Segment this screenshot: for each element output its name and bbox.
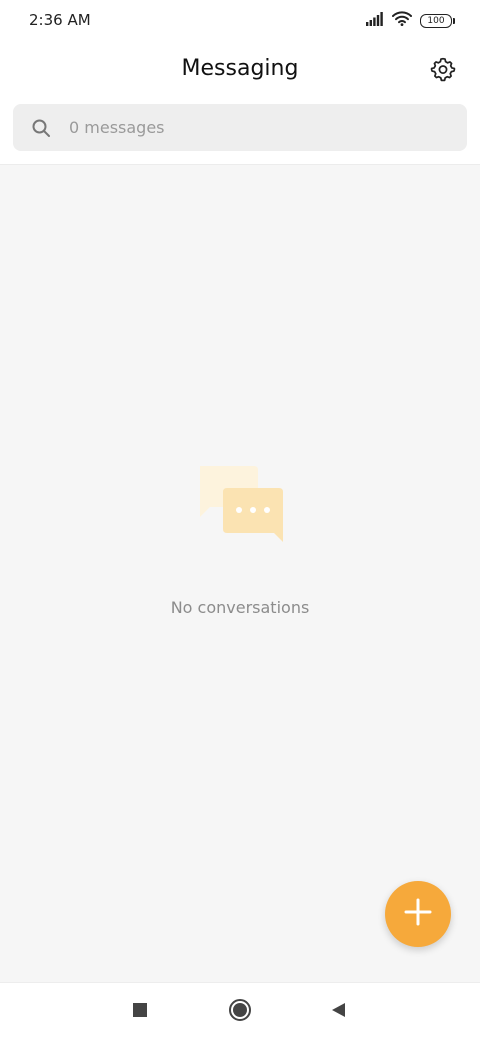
recent-apps-button[interactable] — [128, 1000, 152, 1024]
search-bar — [0, 98, 480, 165]
signal-icon — [366, 11, 384, 31]
settings-button[interactable] — [428, 56, 458, 86]
battery-level: 100 — [427, 15, 445, 26]
home-button[interactable] — [228, 998, 252, 1027]
recent-apps-icon — [132, 1002, 148, 1023]
search-box[interactable] — [13, 104, 467, 151]
search-icon — [31, 118, 51, 138]
wifi-icon — [392, 11, 412, 31]
plus-icon — [403, 897, 433, 932]
messaging-screen: 2:36 AM 100 Messaging 0 messages No conv… — [0, 0, 480, 1040]
chat-bubbles-icon — [194, 463, 286, 545]
back-icon — [329, 1001, 347, 1024]
status-bar: 2:36 AM 100 — [0, 0, 480, 42]
app-header: Messaging — [0, 42, 480, 98]
page-title: Messaging — [181, 56, 299, 81]
conversation-list: No conversations — [0, 165, 480, 982]
new-conversation-button[interactable] — [385, 881, 451, 947]
navigation-bar — [0, 982, 480, 1040]
gear-icon — [430, 56, 456, 87]
battery-icon: 100 — [420, 14, 455, 28]
status-time: 2:36 AM — [29, 11, 91, 29]
back-button[interactable] — [326, 1000, 350, 1024]
status-icons: 100 — [366, 11, 455, 31]
search-input[interactable] — [67, 117, 431, 138]
home-icon — [228, 998, 252, 1027]
empty-state-text: No conversations — [170, 598, 310, 617]
